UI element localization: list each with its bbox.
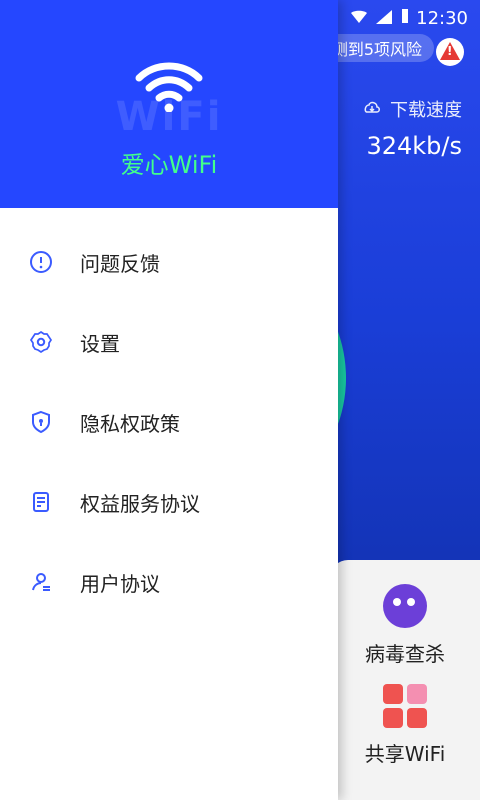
menu-label: 设置 <box>80 331 120 356</box>
share-grid-tile <box>383 684 403 704</box>
signal-icon <box>376 9 392 28</box>
menu-item-privacy-policy[interactable]: 隐私权政策 <box>0 382 338 462</box>
service-agreement-icon <box>28 489 54 515</box>
cloud-download-icon <box>362 99 382 120</box>
feature-label: 病毒查杀 <box>365 642 445 666</box>
menu-item-user-agreement[interactable]: 用户协议 <box>0 542 338 622</box>
feature-virus-scan[interactable]: 病毒查杀 <box>330 584 480 667</box>
drawer-header: WiFi 爱心WiFi <box>0 0 338 208</box>
menu-label: 问题反馈 <box>80 251 160 276</box>
feedback-icon <box>28 249 54 275</box>
user-agreement-icon <box>28 569 54 595</box>
share-grid-icon <box>383 684 427 728</box>
warning-icon[interactable] <box>436 38 464 66</box>
menu-label: 用户协议 <box>80 571 160 596</box>
privacy-shield-icon <box>28 409 54 435</box>
feature-share-wifi[interactable]: 共享WiFi <box>330 684 480 767</box>
menu-item-feedback[interactable]: 问题反馈 <box>0 222 338 302</box>
menu-label: 隐私权政策 <box>80 411 180 436</box>
logo-watermark: WiFi <box>115 94 223 140</box>
status-time: 12:30 <box>416 8 468 29</box>
menu-label: 权益服务协议 <box>80 491 200 516</box>
battery-icon <box>400 8 410 28</box>
wifi-icon <box>350 9 368 28</box>
warning-triangle-icon <box>440 42 460 60</box>
share-grid-tile <box>407 708 427 728</box>
status-icons <box>350 8 410 28</box>
virus-icon <box>383 584 427 628</box>
app-name: 爱心WiFi <box>120 151 218 179</box>
settings-icon <box>28 329 54 355</box>
risk-count-text: 测到5项风险 <box>331 40 422 59</box>
feature-label: 共享WiFi <box>364 742 446 766</box>
share-grid-tile <box>407 684 427 704</box>
feature-card: 病毒查杀 共享WiFi <box>330 560 480 800</box>
menu-item-settings[interactable]: 设置 <box>0 302 338 382</box>
navigation-drawer: WiFi 爱心WiFi 问题反馈 设置 隐私权政策 权益服务协议 用户协议 <box>0 0 338 800</box>
share-grid-tile <box>383 708 403 728</box>
drawer-menu: 问题反馈 设置 隐私权政策 权益服务协议 用户协议 <box>0 222 338 622</box>
download-speed-label: 下载速度 <box>390 100 462 121</box>
menu-item-service-agreement[interactable]: 权益服务协议 <box>0 462 338 542</box>
